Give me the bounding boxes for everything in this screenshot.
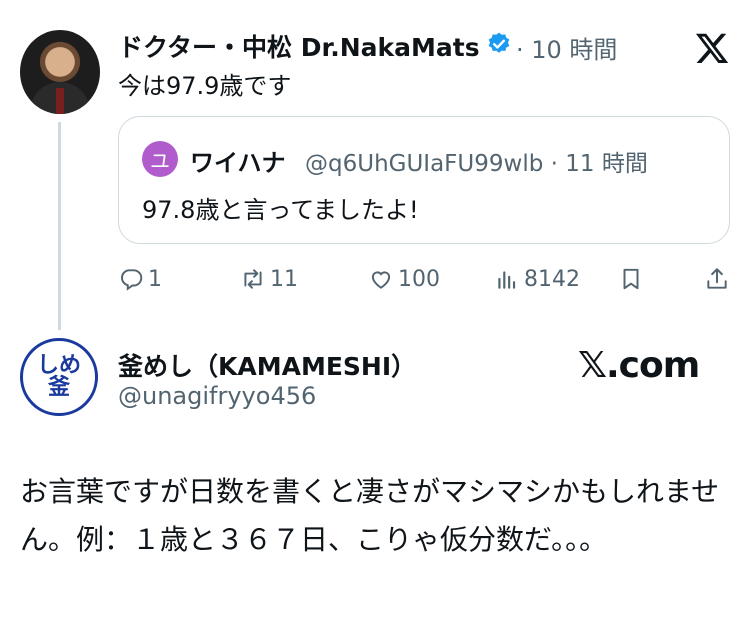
reply-button[interactable]: 1	[118, 264, 162, 294]
stamp-text-bottom: 釜	[47, 375, 70, 400]
author-avatar[interactable]	[20, 30, 100, 114]
views-icon	[498, 271, 516, 289]
quote-handle-time[interactable]: @q6UhGUIaFU99wlb · 11 時間	[305, 144, 648, 178]
repost-button[interactable]: 11	[240, 264, 298, 294]
like-icon	[371, 271, 391, 289]
reply-icon	[121, 269, 143, 291]
x-logo-icon[interactable]	[693, 30, 731, 66]
share-icon	[707, 268, 727, 289]
author-name[interactable]: ドクター・中松 Dr.NakaMats	[118, 28, 480, 64]
quote-text: 97.8歳と言ってましたよ!	[142, 196, 419, 224]
repost-icon	[244, 269, 262, 289]
quote-author-name[interactable]: ワイハナ	[190, 143, 286, 178]
bookmark-icon	[623, 268, 639, 290]
reply-count: 1	[148, 266, 162, 292]
like-count: 100	[398, 266, 440, 292]
reply-handle[interactable]: @unagifryyo456	[118, 382, 316, 410]
stamp-text-top: しめ	[36, 353, 81, 378]
thread-line	[58, 122, 61, 330]
like-button[interactable]: 100	[368, 264, 440, 294]
views-count: 8142	[524, 266, 580, 292]
repost-count: 11	[270, 266, 298, 292]
reply-text: お言葉ですが日数を書くと凄さがマシマシかもしれません。例：１歳と３６７日、こりゃ…	[20, 475, 720, 556]
tweet-text: 今は97.9歳です	[118, 72, 292, 100]
bookmark-button[interactable]	[618, 264, 648, 294]
quote-avatar[interactable]: ユ	[142, 141, 178, 177]
verified-badge-icon	[488, 32, 510, 53]
reply-avatar-stamp[interactable]: しめ 釜	[20, 338, 98, 416]
xcom-brand: 𝕏.com	[578, 345, 700, 386]
reply-author-name[interactable]: 釜めし（KAMAMESHI）	[118, 347, 416, 383]
avatar-tie	[56, 88, 64, 114]
share-button[interactable]	[704, 264, 734, 294]
views-button[interactable]: 8142	[494, 264, 580, 294]
tweet-time[interactable]: · 10 時間	[516, 30, 617, 65]
